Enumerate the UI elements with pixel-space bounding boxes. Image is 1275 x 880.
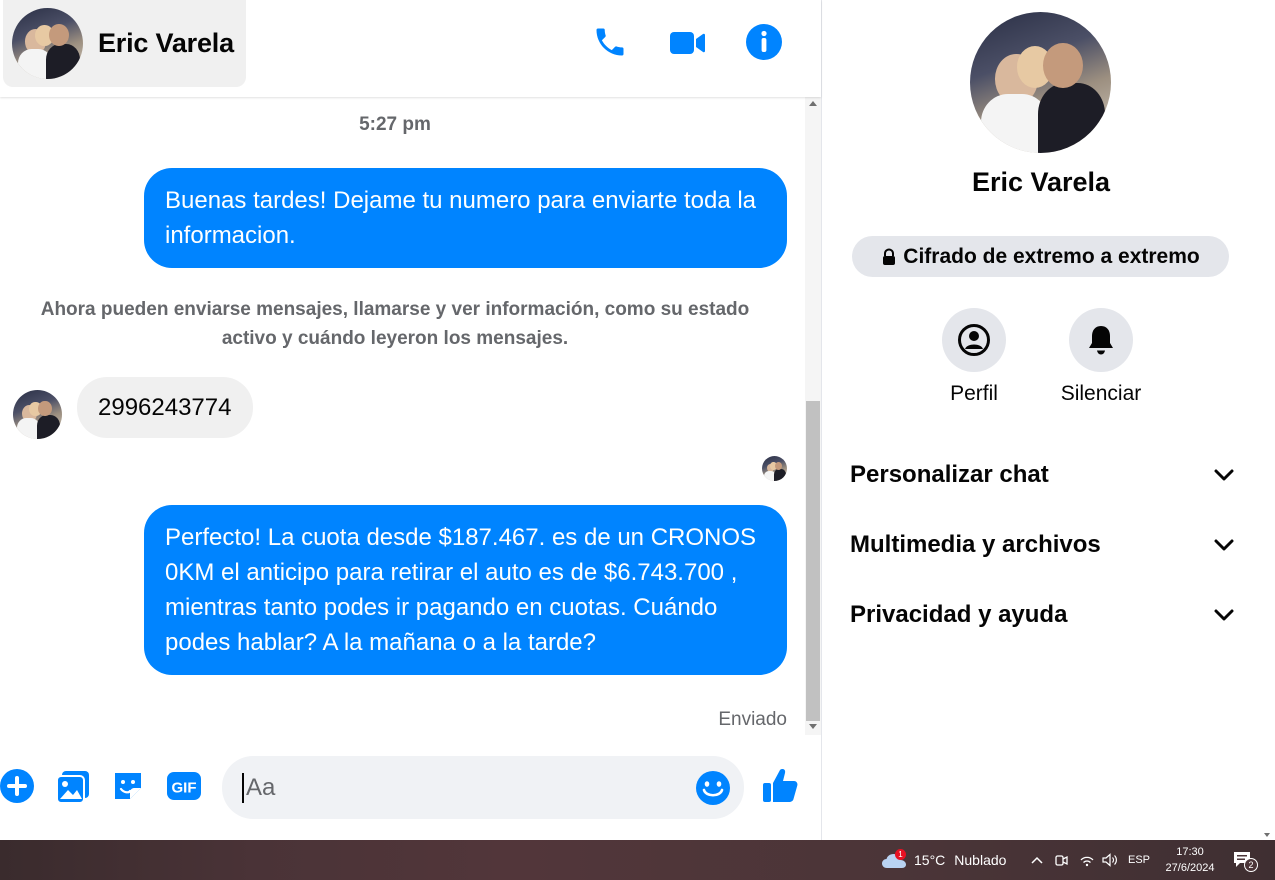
encryption-badge[interactable]: Cifrado de extremo a extremo: [852, 236, 1229, 277]
taskbar-clock[interactable]: 17:30 27/6/2024: [1160, 840, 1220, 880]
weather-alert-badge: 1: [895, 849, 906, 860]
outgoing-message[interactable]: Buenas tardes! Dejame tu numero para env…: [144, 168, 787, 268]
scroll-up-arrow-icon[interactable]: [809, 101, 817, 106]
lock-icon: [883, 247, 896, 265]
section-customize-chat[interactable]: Personalizar chat: [850, 450, 1234, 500]
emoji-icon: [696, 771, 730, 805]
show-hidden-icons-button[interactable]: [1030, 840, 1044, 880]
gif-icon: GIF: [167, 772, 201, 800]
user-circle-icon: [958, 324, 990, 356]
message-list: 5:27 pm Buenas tardes! Dejame tu numero …: [0, 97, 805, 737]
chat-panel: Eric Varela 5:27 pm Buenas tardes! Dejam…: [0, 0, 821, 840]
details-scrollbar[interactable]: [1259, 0, 1275, 840]
mute-action-button[interactable]: Silenciar: [1041, 308, 1161, 406]
sender-avatar[interactable]: [13, 390, 62, 439]
message-input[interactable]: [242, 773, 682, 803]
profile-action-button[interactable]: Perfil: [914, 308, 1034, 406]
contact-name: Eric Varela: [98, 28, 234, 58]
outgoing-message[interactable]: Perfecto! La cuota desde $187.467. es de…: [144, 505, 787, 675]
emoji-button[interactable]: [694, 769, 732, 807]
phone-icon: [596, 28, 624, 56]
message-input-container: [222, 756, 744, 819]
chevron-down-icon: [1214, 609, 1234, 621]
attach-image-button[interactable]: [53, 766, 93, 806]
incoming-message[interactable]: 2996243774: [77, 377, 254, 438]
read-receipt-avatar: [762, 456, 787, 481]
bell-icon: [1089, 326, 1113, 355]
profile-avatar[interactable]: [970, 12, 1111, 153]
section-label: Privacidad y ayuda: [850, 601, 1068, 628]
notification-count: 2: [1244, 858, 1258, 872]
audio-call-button[interactable]: [588, 20, 632, 64]
clock-date: 27/6/2024: [1165, 862, 1215, 874]
conversation-details-panel: Eric Varela Cifrado de extremo a extremo…: [821, 0, 1259, 840]
mute-action-label: Silenciar: [1060, 382, 1142, 405]
mute-action-circle: [1069, 308, 1133, 372]
clock-time: 17:30: [1176, 846, 1204, 858]
more-actions-button[interactable]: [0, 766, 37, 806]
weather-condition: Nublado: [954, 852, 1007, 868]
message-status: Enviado: [718, 709, 787, 730]
profile-name: Eric Varela: [971, 167, 1111, 197]
weather-temperature: 15°C: [914, 852, 946, 868]
conversation-info-button[interactable]: [742, 20, 786, 64]
chevron-up-icon: [1031, 856, 1043, 864]
image-icon: [56, 771, 89, 804]
section-media-files[interactable]: Multimedia y archivos: [850, 520, 1234, 570]
section-label: Multimedia y archivos: [850, 531, 1101, 558]
plus-icon: [0, 769, 34, 803]
message-composer: GIF: [0, 750, 821, 830]
scroll-down-arrow-icon[interactable]: [809, 724, 817, 729]
sticker-icon: [115, 773, 141, 799]
chevron-down-icon: [1214, 539, 1234, 551]
thumbs-up-icon: [763, 769, 798, 802]
profile-action-circle: [942, 308, 1006, 372]
notification-center-button[interactable]: 2: [1232, 840, 1258, 880]
send-like-button[interactable]: [760, 766, 800, 806]
system-notice: Ahora pueden enviarse mensajes, llamarse…: [40, 299, 750, 349]
encryption-label: Cifrado de extremo a extremo: [903, 244, 1200, 268]
wifi-icon[interactable]: [1079, 852, 1095, 868]
video-camera-icon: [670, 32, 705, 54]
chevron-down-icon: [1214, 469, 1234, 481]
message-timestamp: 5:27 pm: [359, 114, 431, 135]
chat-header: Eric Varela: [0, 0, 821, 97]
section-privacy-help[interactable]: Privacidad y ayuda: [850, 590, 1234, 640]
input-language[interactable]: ESP: [1128, 840, 1150, 880]
contact-avatar: [12, 8, 83, 79]
windows-taskbar: 1 15°C Nublado ESP 17:30 27/6/2024 2: [0, 840, 1275, 880]
weather-widget[interactable]: 1 15°C Nublado: [880, 840, 1006, 880]
gif-button[interactable]: GIF: [164, 766, 204, 806]
message-scrollbar[interactable]: [805, 97, 821, 735]
system-tray-icons: [1053, 840, 1119, 880]
video-call-button[interactable]: [665, 20, 709, 64]
profile-action-label: Perfil: [950, 382, 998, 405]
svg-text:GIF: GIF: [172, 780, 197, 797]
incoming-message-row: 2996243774: [13, 377, 254, 439]
meet-now-icon[interactable]: [1053, 852, 1069, 868]
info-icon: [746, 24, 782, 60]
section-label: Personalizar chat: [850, 461, 1049, 488]
contact-header-button[interactable]: Eric Varela: [3, 0, 246, 87]
messenger-window: Eric Varela 5:27 pm Buenas tardes! Dejam…: [0, 0, 1275, 880]
scroll-down-arrow-icon[interactable]: [1264, 833, 1270, 837]
sticker-button[interactable]: [108, 766, 148, 806]
scrollbar-thumb[interactable]: [806, 401, 820, 721]
speaker-icon[interactable]: [1101, 852, 1119, 868]
